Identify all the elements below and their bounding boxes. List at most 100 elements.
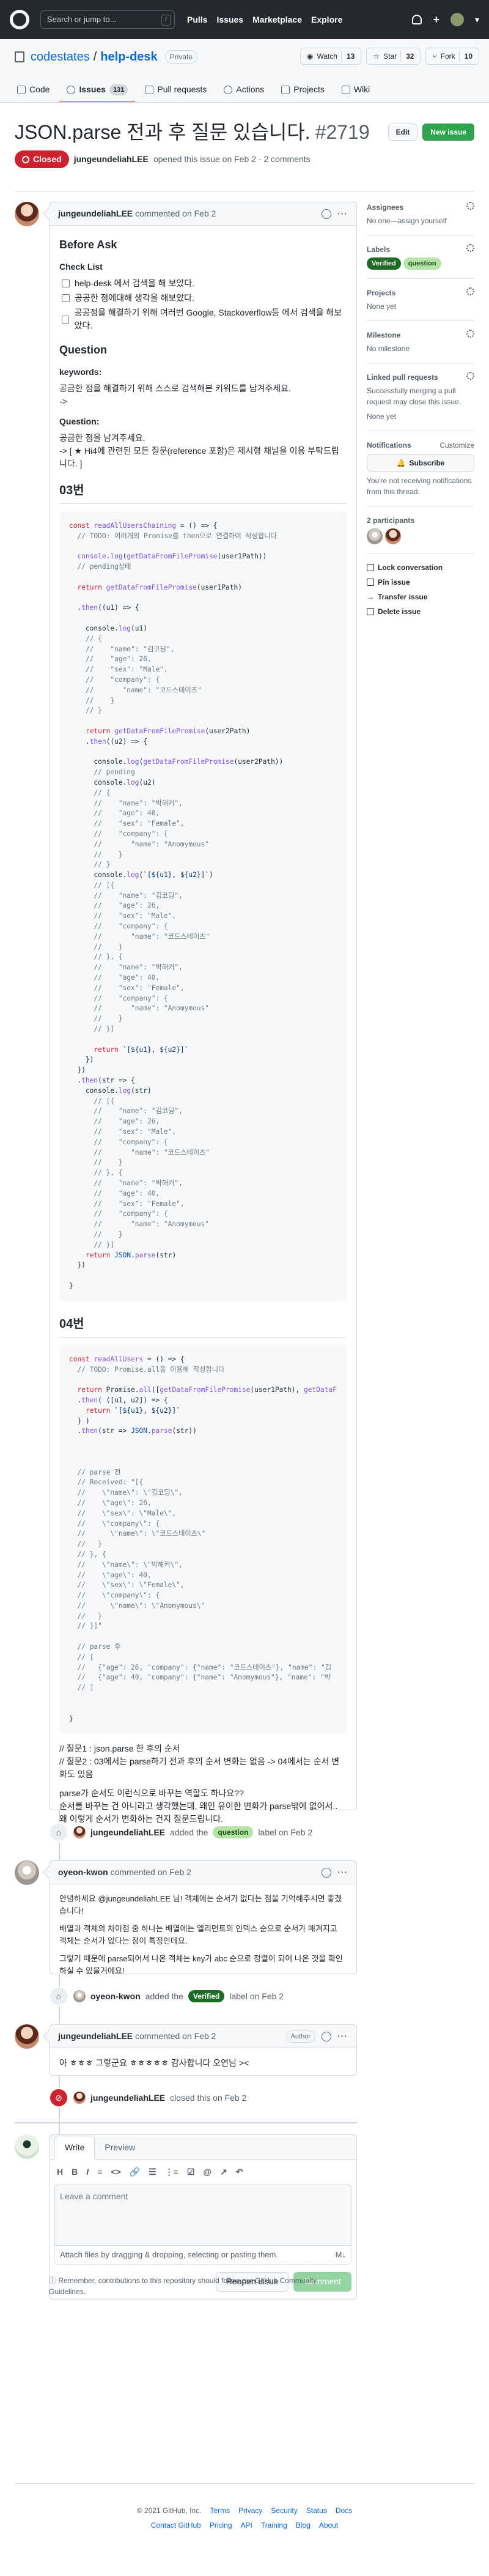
- comment-date[interactable]: commented on Feb 2: [111, 1866, 191, 1879]
- comment-author[interactable]: jungeundeliahLEE: [58, 2030, 133, 2043]
- linked-prs-heading[interactable]: Linked pull requests: [367, 372, 438, 383]
- italic-icon[interactable]: I: [86, 2166, 89, 2178]
- lock-conversation-action[interactable]: Lock conversation: [367, 562, 474, 573]
- footer-link-privacy[interactable]: Privacy: [238, 2505, 262, 2516]
- footer-link-terms[interactable]: Terms: [210, 2505, 230, 2516]
- event-actor[interactable]: jungeundeliahLEE: [90, 2092, 165, 2104]
- labels-heading[interactable]: Labels: [367, 244, 390, 255]
- ordered-list-icon[interactable]: ⋮≡: [165, 2166, 178, 2178]
- comment-date[interactable]: commented on Feb 2: [135, 207, 216, 220]
- comment-author[interactable]: jungeundeliahLEE: [58, 207, 133, 220]
- code-icon[interactable]: <>: [111, 2166, 120, 2178]
- nav-issues[interactable]: Issues: [216, 13, 243, 26]
- task-list-icon[interactable]: ☑: [187, 2166, 195, 2178]
- event-actor[interactable]: oyeon-kwon: [90, 1990, 141, 2003]
- footer-link-training[interactable]: Training: [261, 2520, 287, 2531]
- comment-author[interactable]: oyeon-kwon: [58, 1866, 108, 1879]
- quote-icon[interactable]: ≡: [97, 2166, 102, 2178]
- nav-pulls[interactable]: Pulls: [187, 13, 207, 26]
- user-menu-caret-icon[interactable]: ▾: [475, 13, 479, 26]
- repo-owner-link[interactable]: codestates: [31, 48, 90, 66]
- add-reaction-icon[interactable]: [322, 209, 331, 219]
- assignees-value[interactable]: No one—assign yourself: [367, 215, 474, 226]
- tab-projects[interactable]: Projects: [274, 78, 332, 102]
- unordered-list-icon[interactable]: ☰: [149, 2166, 156, 2178]
- label-question[interactable]: question: [403, 257, 441, 270]
- customize-link[interactable]: Customize: [439, 440, 474, 451]
- add-reaction-icon[interactable]: [322, 1867, 331, 1878]
- footer-link-about[interactable]: About: [319, 2520, 338, 2531]
- create-new-plus-icon[interactable]: +: [433, 12, 439, 28]
- tab-actions[interactable]: Actions: [216, 78, 271, 102]
- issue-author-link[interactable]: jungeundeliahLEE: [74, 153, 149, 166]
- avatar[interactable]: [367, 528, 383, 544]
- comment-options-icon[interactable]: ···: [337, 207, 348, 220]
- fork-button[interactable]: ⑂ Fork 10: [425, 48, 479, 65]
- tab-wiki[interactable]: Wiki: [334, 78, 377, 102]
- markdown-icon[interactable]: M↓: [336, 2249, 346, 2261]
- avatar[interactable]: [73, 1826, 86, 1838]
- footer-link-security[interactable]: Security: [271, 2505, 297, 2516]
- footer-link-docs[interactable]: Docs: [336, 2505, 352, 2516]
- attach-files-area[interactable]: Attach files by dragging & dropping, sel…: [54, 2246, 351, 2265]
- user-avatar[interactable]: [450, 13, 464, 26]
- milestone-heading[interactable]: Milestone: [367, 330, 400, 341]
- avatar[interactable]: [15, 2134, 39, 2159]
- gear-icon[interactable]: [466, 287, 474, 295]
- footer-link-contact[interactable]: Contact GitHub: [151, 2520, 201, 2531]
- avatar[interactable]: [385, 528, 401, 544]
- comment-textarea[interactable]: Leave a comment: [54, 2185, 351, 2246]
- task-checkbox[interactable]: [62, 279, 70, 287]
- heading-icon[interactable]: H: [57, 2166, 63, 2178]
- subscribe-button[interactable]: 🔔 Subscribe: [367, 454, 474, 472]
- saved-replies-icon[interactable]: ↶: [236, 2166, 243, 2178]
- comment-options-icon[interactable]: ···: [337, 1866, 348, 1879]
- github-logo-icon[interactable]: [10, 10, 29, 29]
- task-checkbox[interactable]: [62, 315, 70, 324]
- event-actor[interactable]: jungeundeliahLEE: [90, 1826, 165, 1839]
- nav-marketplace[interactable]: Marketplace: [252, 13, 302, 26]
- bold-icon[interactable]: B: [72, 2166, 78, 2178]
- reference-icon[interactable]: ↗: [220, 2166, 227, 2178]
- comment-options-icon[interactable]: ···: [337, 2030, 348, 2043]
- tab-issues[interactable]: Issues 131: [59, 78, 136, 102]
- tab-code[interactable]: Code: [10, 78, 57, 102]
- edit-button[interactable]: Edit: [388, 124, 418, 141]
- gear-icon[interactable]: [466, 330, 474, 338]
- transfer-issue-action[interactable]: → Transfer issue: [367, 591, 474, 602]
- avatar[interactable]: [15, 2024, 39, 2049]
- watch-button[interactable]: ◉ Watch 13: [300, 48, 362, 65]
- label-verified[interactable]: Verified: [188, 1990, 225, 2002]
- add-reaction-icon[interactable]: [322, 2031, 331, 2041]
- projects-heading[interactable]: Projects: [367, 287, 395, 298]
- footer-link-pricing[interactable]: Pricing: [210, 2520, 232, 2531]
- repo-name-link[interactable]: help-desk: [100, 48, 157, 66]
- avatar[interactable]: [15, 1860, 39, 1885]
- delete-issue-action[interactable]: Delete issue: [367, 606, 474, 617]
- avatar[interactable]: [15, 202, 39, 226]
- gear-icon[interactable]: [466, 372, 474, 380]
- assignees-heading[interactable]: Assignees: [367, 202, 403, 213]
- footer-link-api[interactable]: API: [241, 2520, 252, 2531]
- new-issue-button[interactable]: New issue: [422, 124, 474, 141]
- avatar[interactable]: [73, 1990, 86, 2002]
- tab-write[interactable]: Write: [54, 2136, 95, 2160]
- tab-preview[interactable]: Preview: [95, 2136, 145, 2159]
- pin-issue-action[interactable]: Pin issue: [367, 577, 474, 588]
- mention-icon[interactable]: @: [203, 2166, 211, 2178]
- comment-date[interactable]: commented on Feb 2: [135, 2030, 216, 2043]
- label-verified[interactable]: Verified: [367, 257, 401, 270]
- star-button[interactable]: ☆ Star 32: [366, 48, 421, 65]
- footer-link-blog[interactable]: Blog: [296, 2520, 311, 2531]
- nav-explore[interactable]: Explore: [311, 13, 342, 26]
- avatar[interactable]: [73, 2092, 86, 2104]
- footer-link-status[interactable]: Status: [306, 2505, 327, 2516]
- gear-icon[interactable]: [466, 244, 474, 252]
- global-search-input[interactable]: Search or jump to... /: [40, 10, 175, 29]
- notifications-bell-icon[interactable]: [412, 15, 422, 24]
- tab-pull-requests[interactable]: Pull requests: [138, 78, 214, 102]
- label-question[interactable]: question: [213, 1826, 254, 1838]
- link-icon[interactable]: 🔗: [130, 2166, 140, 2178]
- task-checkbox[interactable]: [62, 294, 70, 302]
- gear-icon[interactable]: [466, 202, 474, 210]
